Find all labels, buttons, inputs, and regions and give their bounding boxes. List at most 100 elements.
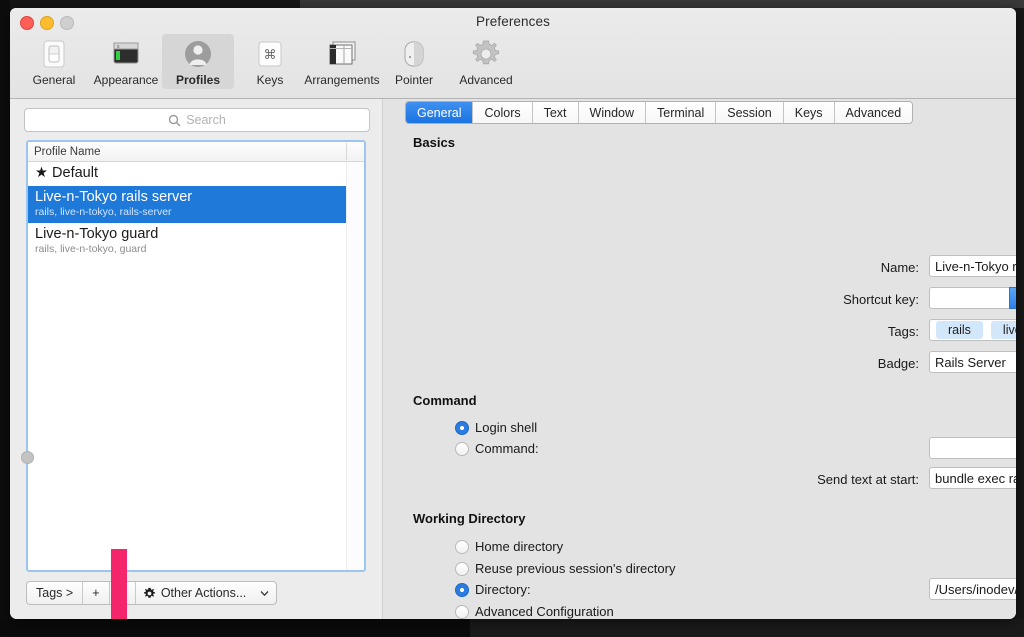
login-shell-radio[interactable] [455,420,469,435]
directory-radio[interactable] [455,582,469,597]
add-profile-button[interactable]: + [83,582,110,604]
command-field[interactable] [929,437,1016,459]
tag-pill[interactable]: rails [936,321,983,339]
profiles-list-header: Profile Name [28,142,364,162]
shortcut-key-field[interactable] [929,287,1009,309]
section-title-basics: Basics [413,135,455,150]
terminal-window-icon: x [108,38,144,70]
tab-window[interactable]: Window [578,102,647,123]
profile-settings-tabs: General Colors Text Window Terminal Sess… [405,101,914,124]
reuse-directory-radio-row[interactable]: Reuse previous session's directory [455,561,675,576]
tab-text[interactable]: Text [532,102,579,123]
other-actions-button[interactable]: Other Actions... [136,582,276,604]
command-key-icon: ⌘ [252,38,288,70]
gear-icon [468,38,504,70]
profile-tags: rails, live-n-tokyo, rails-server [35,206,172,218]
command-radio-row[interactable]: Command: [455,441,539,456]
tags-filter-button[interactable]: Tags > [27,582,84,604]
toggle-switch-icon [36,38,72,70]
reuse-directory-label: Reuse previous session's directory [475,561,676,576]
search-icon [168,114,181,127]
profile-tags: rails, live-n-tokyo, guard [35,243,147,255]
profile-name: Live-n-Tokyo guard [35,226,159,242]
toolbar-item-label: Keys [256,73,284,87]
preferences-toolbar: General x Appearance Profiles ⌘ Keys Arr… [18,34,522,89]
advanced-configuration-radio[interactable] [455,604,469,619]
directory-label: Directory: [475,582,531,597]
profile-row-default[interactable]: ★ Default [28,162,347,186]
split-view-divider-handle[interactable] [21,451,34,464]
section-title-working-directory: Working Directory [413,511,526,526]
window-panes-icon [324,38,360,70]
toolbar-item-keys[interactable]: ⌘ Keys [234,34,306,89]
profiles-list-scrollbar[interactable] [346,162,364,570]
directory-field[interactable]: /Users/inodev/rails/live-n-tokyo [929,578,1016,600]
send-text-at-start-label: Send text at start: [817,472,919,487]
search-input[interactable]: Search [24,108,370,132]
badge-field[interactable]: Rails Server [929,351,1016,373]
gear-icon [143,587,155,598]
chevron-up-down-icon [1015,294,1016,302]
column-divider [346,143,347,160]
window-titlebar: Preferences General x Appearance Profile… [10,8,1016,99]
tags-field[interactable]: rails live-n-tokyo rails-server [929,319,1016,341]
profile-name: Live-n-Tokyo rails server [35,189,193,205]
profile-settings-panel: General Colors Text Window Terminal Sess… [382,99,1016,619]
mouse-icon [396,38,432,70]
name-label: Name: [880,260,919,275]
profiles-list-rows: ★ Default Live-n-Tokyo rails server rail… [28,162,347,570]
home-directory-radio-row[interactable]: Home directory [455,539,563,554]
advanced-configuration-label: Advanced Configuration [475,604,614,619]
home-directory-label: Home directory [475,539,564,554]
home-directory-radio[interactable] [455,539,469,554]
toolbar-item-appearance[interactable]: x Appearance [90,34,162,89]
window-title: Preferences [476,14,550,29]
toolbar-item-arrangements[interactable]: Arrangements [304,34,380,89]
profiles-action-bar: Tags > + − Other Actions... [26,581,277,605]
window-body: Search Profile Name ★ Default Live-n-Tok… [10,99,1016,619]
search-placeholder: Search [186,113,226,127]
shortcut-key-stepper[interactable] [1009,287,1016,309]
profiles-list[interactable]: Profile Name ★ Default Live-n-Tokyo rail… [26,140,366,572]
toolbar-item-label: Advanced [459,73,513,87]
section-title-command: Command [413,393,477,408]
tab-general[interactable]: General [406,102,474,123]
command-label: Command: [475,441,539,456]
background-left-edge [0,0,10,637]
name-field[interactable]: Live-n-Tokyo rails server [929,255,1016,277]
toolbar-item-label: Pointer [394,73,434,87]
toolbar-item-profiles[interactable]: Profiles [162,34,234,89]
toolbar-item-label: Arrangements [304,73,380,87]
tab-session[interactable]: Session [716,102,784,123]
remove-profile-button[interactable]: − [110,582,136,604]
toolbar-item-pointer[interactable]: Pointer [378,34,450,89]
toolbar-item-label: Appearance [93,73,159,87]
shortcut-key-control [929,287,1016,309]
profile-row-rails-server[interactable]: Live-n-Tokyo rails server rails, live-n-… [28,186,347,223]
tab-keys[interactable]: Keys [783,102,835,123]
tab-colors[interactable]: Colors [473,102,533,123]
send-text-at-start-field[interactable]: bundle exec rails s [929,467,1016,489]
toolbar-item-label: Profiles [175,73,220,87]
login-shell-label: Login shell [475,420,538,435]
profile-row-guard[interactable]: Live-n-Tokyo guard rails, live-n-tokyo, … [28,223,347,260]
directory-radio-row[interactable]: Directory: [455,582,531,597]
advanced-configuration-radio-row[interactable]: Advanced Configuration [455,604,614,619]
badge-label: Badge: [877,356,919,371]
svg-text:⌘: ⌘ [264,47,277,62]
person-silhouette-icon [180,38,216,70]
reuse-directory-radio[interactable] [455,561,469,576]
shortcut-key-label: Shortcut key: [843,292,919,307]
background-bottom-left-edge [0,619,470,637]
column-header-profile-name: Profile Name [34,145,101,158]
login-shell-radio-row[interactable]: Login shell [455,420,537,435]
tag-pill[interactable]: live-n-tokyo [990,321,1016,339]
background-app-strip-dark [0,0,300,8]
command-radio[interactable] [455,441,469,456]
tab-advanced[interactable]: Advanced [834,102,913,123]
profiles-sidebar: Search Profile Name ★ Default Live-n-Tok… [10,99,382,619]
toolbar-item-advanced[interactable]: Advanced [450,34,522,89]
toolbar-item-general[interactable]: General [18,34,90,89]
toolbar-item-label: General [32,73,76,87]
tab-terminal[interactable]: Terminal [646,102,717,123]
